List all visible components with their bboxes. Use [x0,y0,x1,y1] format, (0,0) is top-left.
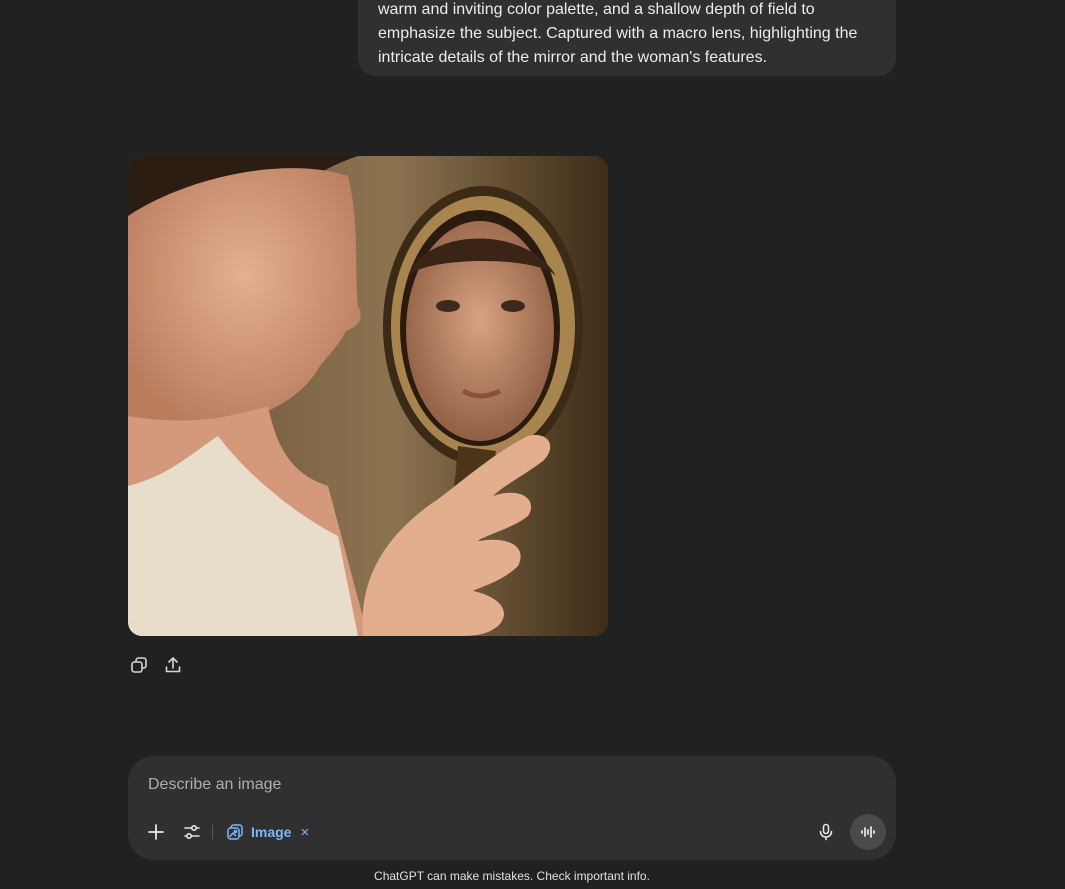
composer: Image × [128,756,896,860]
sliders-icon[interactable] [180,820,204,844]
image-chip-label: Image [251,824,292,840]
user-message-bubble: warm and inviting color palette, and a s… [358,0,896,76]
toolbar-divider [212,825,213,839]
share-icon[interactable] [162,654,184,676]
image-icon [227,824,243,840]
close-icon[interactable]: × [300,824,309,841]
prompt-input[interactable] [148,772,848,798]
generated-image[interactable] [128,156,608,636]
generated-image-art [128,156,608,636]
copy-icon[interactable] [128,654,150,676]
image-tool-chip[interactable]: Image × [226,820,309,844]
mic-icon[interactable] [814,820,838,844]
user-message-line: emphasize the subject. Captured with a m… [378,25,858,42]
user-message-line: intricate details of the mirror and the … [378,49,768,66]
voice-mode-icon[interactable] [850,814,886,850]
image-actions [128,654,184,676]
disclaimer: ChatGPT can make mistakes. Check importa… [374,869,650,883]
user-message-line: warm and inviting color palette, and a s… [378,1,815,18]
plus-icon[interactable] [144,820,168,844]
